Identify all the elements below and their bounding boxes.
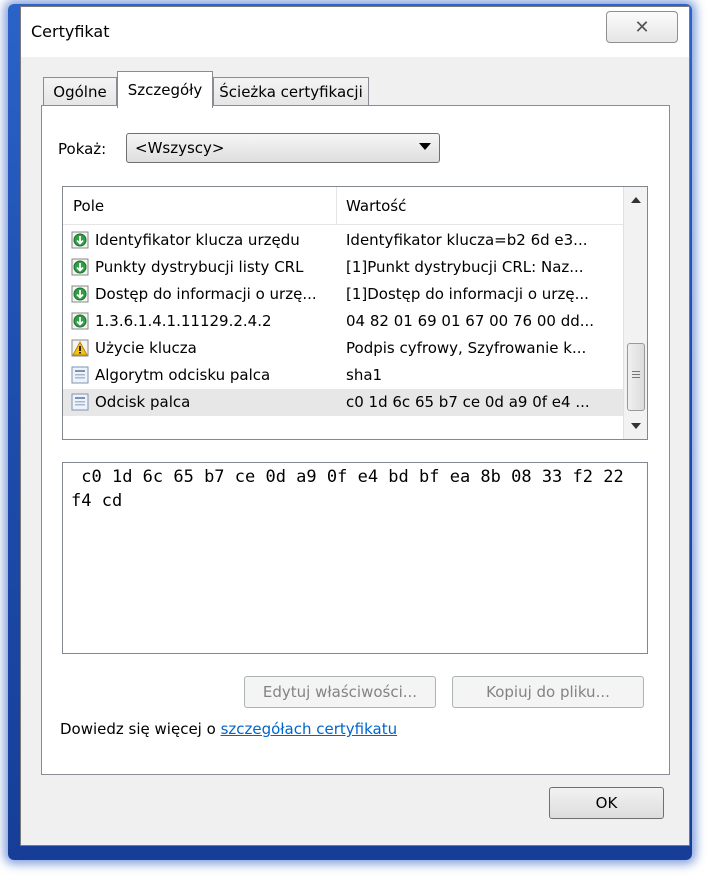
- grip-icon: [632, 371, 640, 372]
- list-rows: Identyfikator klucza urzędu Identyfikator…: [63, 227, 623, 416]
- arrow-down-icon: [630, 423, 641, 429]
- details-panel: Pokaż: <Wszyscy> Pole Wartość Identyfika…: [41, 105, 670, 775]
- list-item[interactable]: Algorytm odcisku palca sha1: [63, 362, 623, 389]
- field-value: 04 82 01 69 01 67 00 76 00 dd...: [346, 312, 595, 330]
- tab-certification-path[interactable]: Ścieżka certyfikacji: [213, 77, 369, 106]
- field-value: sha1: [346, 366, 383, 384]
- cert-extension-icon: [71, 258, 89, 276]
- tab-label: Szczegóły: [127, 81, 203, 99]
- tab-label: Ścieżka certyfikacji: [219, 83, 363, 101]
- field-name: Identyfikator klucza urzędu: [95, 231, 300, 249]
- window-title: Certyfikat: [31, 22, 110, 41]
- title-bar: Certyfikat ✕: [21, 7, 689, 57]
- tab-general[interactable]: Ogólne: [43, 77, 117, 106]
- column-header-value[interactable]: Wartość: [346, 197, 406, 215]
- field-value-text: c0 1d 6c 65 b7 ce 0d a9 0f e4 bd bf ea 8…: [71, 467, 634, 511]
- field-value-box[interactable]: c0 1d 6c 65 b7 ce 0d a9 0f e4 bd bf ea 8…: [62, 462, 648, 654]
- field-name: Użycie klucza: [95, 339, 197, 357]
- list-item[interactable]: 1.3.6.1.4.1.11129.2.4.2 04 82 01 69 01 67…: [63, 308, 623, 335]
- learn-more-text: Dowiedz się więcej o szczegółach certyfi…: [60, 720, 397, 738]
- list-header: Pole Wartość: [63, 187, 623, 225]
- cert-extension-icon: [71, 285, 89, 303]
- column-divider[interactable]: [336, 187, 337, 224]
- field-value: Podpis cyfrowy, Szyfrowanie k...: [346, 339, 587, 357]
- field-name: Algorytm odcisku palca: [95, 366, 271, 384]
- close-button[interactable]: ✕: [606, 11, 678, 43]
- list-item[interactable]: Identyfikator klucza urzędu Identyfikator…: [63, 227, 623, 254]
- warning-icon: [71, 339, 89, 357]
- field-value: [1]Dostęp do informacji o urzę...: [346, 285, 589, 303]
- list-item[interactable]: Punkty dystrybucji listy CRL [1]Punkt dys…: [63, 254, 623, 281]
- show-label: Pokaż:: [58, 140, 107, 158]
- copy-to-file-button[interactable]: Kopiuj do pliku...: [452, 676, 644, 708]
- field-name: Odcisk palca: [95, 393, 191, 411]
- fields-list[interactable]: Pole Wartość Identyfikator klucza urzędu…: [62, 186, 648, 440]
- certificate-dialog: Certyfikat ✕ Ogólne Szczegóły Ścieżka ce…: [20, 6, 690, 846]
- tab-details[interactable]: Szczegóły: [117, 71, 213, 108]
- column-header-field[interactable]: Pole: [73, 197, 104, 215]
- scrollbar-thumb[interactable]: [627, 343, 645, 411]
- arrow-up-icon: [630, 197, 641, 203]
- vertical-scrollbar[interactable]: [623, 187, 647, 439]
- scroll-up-button[interactable]: [624, 189, 647, 211]
- close-icon: ✕: [634, 16, 650, 38]
- edit-properties-button[interactable]: Edytuj właściwości...: [244, 676, 436, 708]
- field-name: 1.3.6.1.4.1.11129.2.4.2: [95, 312, 272, 330]
- ok-button[interactable]: OK: [549, 787, 664, 819]
- field-value: [1]Punkt dystrybucji CRL: Naz...: [346, 258, 584, 276]
- cert-extension-icon: [71, 312, 89, 330]
- show-dropdown[interactable]: <Wszyscy>: [126, 133, 440, 163]
- field-name: Punkty dystrybucji listy CRL: [95, 258, 304, 276]
- scroll-down-button[interactable]: [624, 415, 647, 437]
- cert-extension-icon: [71, 231, 89, 249]
- tab-label: Ogólne: [53, 83, 107, 101]
- list-item[interactable]: Użycie klucza Podpis cyfrowy, Szyfrowanie…: [63, 335, 623, 362]
- show-dropdown-value: <Wszyscy>: [135, 139, 225, 157]
- cert-field-icon: [71, 393, 89, 411]
- cert-field-icon: [71, 366, 89, 384]
- field-name: Dostęp do informacji o urzę...: [95, 285, 317, 303]
- chevron-down-icon: [419, 143, 431, 150]
- learn-more-prefix: Dowiedz się więcej o: [60, 720, 221, 738]
- field-value: Identyfikator klucza=b2 6d e3...: [346, 231, 588, 249]
- field-value: c0 1d 6c 65 b7 ce 0d a9 0f e4 ...: [346, 393, 590, 411]
- list-item[interactable]: Dostęp do informacji o urzę... [1]Dostęp …: [63, 281, 623, 308]
- list-item[interactable]: Odcisk palca c0 1d 6c 65 b7 ce 0d a9 0f e…: [63, 389, 623, 416]
- certificate-details-link[interactable]: szczegółach certyfikatu: [221, 720, 398, 738]
